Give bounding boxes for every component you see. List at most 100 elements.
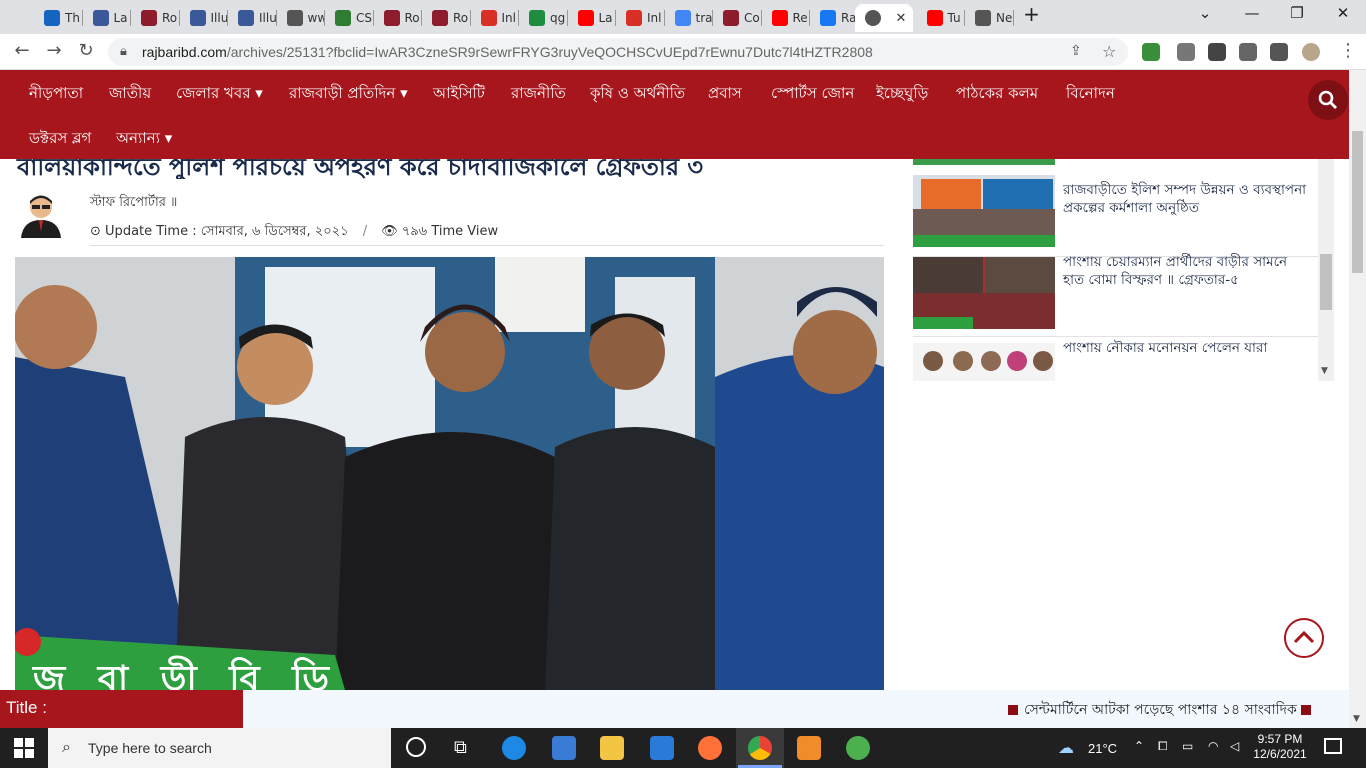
nav-item[interactable]: কৃষি ও অর্থনীতি: [590, 82, 685, 107]
tab-label: CS: [356, 11, 372, 25]
browser-tab[interactable]: La: [568, 4, 617, 32]
minimize-icon[interactable]: —: [1240, 4, 1264, 22]
nav-item[interactable]: জাতীয়: [109, 82, 151, 107]
nav-item[interactable]: পাঠকের কলম: [956, 82, 1038, 107]
xampp-icon[interactable]: [797, 736, 821, 760]
ticker-bullet-icon: [1008, 705, 1018, 715]
profile-avatar[interactable]: [1302, 43, 1320, 61]
new-tab-icon[interactable]: +: [1020, 2, 1044, 26]
news-title[interactable]: পাংশায় চেয়ারম্যান প্রার্থীদের বাড়ীর স…: [1063, 253, 1311, 289]
browser-tab[interactable]: Co: [713, 4, 762, 32]
scroll-to-top-button[interactable]: [1284, 618, 1324, 658]
nav-item[interactable]: নীড়পাতা: [29, 82, 83, 107]
browser-tab[interactable]: CS: [325, 4, 374, 32]
ticker-item[interactable]: সেন্টমার্টিনে আটকা পড়েছে পাংশার ১৪ সাংব…: [1008, 698, 1317, 722]
notifications-icon[interactable]: [1324, 738, 1342, 754]
news-thumbnail[interactable]: [913, 257, 1055, 329]
list-item[interactable]: পাংশায় নৌকার মনোনয়ন পেলেন যারা: [913, 339, 1318, 381]
nav-item[interactable]: আইসিটি: [433, 82, 485, 107]
news-thumbnail[interactable]: [913, 175, 1055, 247]
browser-toolbar: ← → ↻ 🔒︎ rajbaribd.com/archives/25131?fb…: [0, 34, 1366, 70]
news-thumbnail[interactable]: [913, 159, 1055, 165]
close-tab-icon[interactable]: ✕: [896, 11, 907, 26]
menu-kebab-icon[interactable]: ⋮: [1336, 40, 1360, 61]
browser-tab[interactable]: ww: [277, 4, 325, 32]
firefox-icon[interactable]: [698, 736, 722, 760]
page-scroll-down-icon[interactable]: ▼: [1353, 714, 1360, 724]
browser-tab[interactable]: qg: [519, 4, 568, 32]
browser-tab[interactable]: Illu: [180, 4, 228, 32]
bookmark-star-icon[interactable]: ☆: [1102, 42, 1116, 61]
ticker-text[interactable]: সেন্টমার্টিনে আটকা পড়েছে পাংশার ১৪ সাংব…: [1024, 702, 1297, 718]
browser-tab[interactable]: Th: [34, 4, 83, 32]
reload-icon[interactable]: ↻: [74, 40, 98, 61]
task-view-icon[interactable]: ⧉: [454, 737, 467, 758]
battery-icon[interactable]: ▭: [1182, 739, 1193, 753]
nav-item[interactable]: ডক্টরস ব্লগ: [29, 127, 91, 152]
photo-watermark: জ বা ড়ী বি ডি: [33, 659, 339, 690]
system-clock[interactable]: 9:57 PM 12/6/2021: [1248, 732, 1312, 762]
close-window-icon[interactable]: ✕: [1331, 4, 1355, 22]
browser-tab[interactable]: Inl: [471, 4, 520, 32]
extensions-puzzle-icon[interactable]: [1239, 43, 1257, 61]
nav-item[interactable]: প্রবাস: [708, 82, 742, 107]
nav-item[interactable]: রাজবাড়ী প্রতিদিন ▾: [289, 82, 408, 107]
site-search-icon[interactable]: [1308, 80, 1348, 120]
nav-item[interactable]: ইচ্ছেঘুড়ি: [876, 82, 928, 107]
sidebar-scroll-down-icon[interactable]: ▼: [1321, 366, 1328, 376]
media-control-icon[interactable]: [1270, 43, 1288, 61]
browser-tab[interactable]: Ne: [965, 4, 1014, 32]
list-item[interactable]: রাজবাড়ীতে ইলিশ সম্পদ উন্নয়ন ও ব্যবস্থা…: [913, 169, 1318, 257]
chrome-icon[interactable]: [748, 736, 772, 760]
edge-icon[interactable]: [502, 736, 526, 760]
forward-icon[interactable]: →: [42, 40, 66, 61]
windows-start-icon[interactable]: [14, 738, 34, 762]
browser-tab[interactable]: Ro: [131, 4, 180, 32]
wifi-icon[interactable]: ◠: [1208, 739, 1218, 753]
browser-tab[interactable]: Ro: [374, 4, 423, 32]
browser-tab[interactable]: Ro: [422, 4, 471, 32]
extension-pen-icon[interactable]: [1177, 43, 1195, 61]
cortana-icon[interactable]: [406, 737, 426, 757]
list-item[interactable]: পাংশায় চেয়ারম্যান প্রার্থীদের বাড়ীর স…: [913, 254, 1318, 337]
url-text[interactable]: rajbaribd.com/archives/25131?fbclid=IwAR…: [142, 44, 873, 60]
network-icon[interactable]: ⧠: [1158, 739, 1168, 754]
search-icon: ⌕: [62, 737, 71, 756]
author-name[interactable]: স্টাফ রিপোর্টার ॥: [90, 193, 177, 214]
maximize-icon[interactable]: ❐: [1285, 4, 1309, 22]
utorrent-icon[interactable]: [846, 736, 870, 760]
vscode-icon[interactable]: [650, 736, 674, 760]
file-explorer-icon[interactable]: [600, 736, 624, 760]
nav-item[interactable]: জেলার খবর ▾: [176, 82, 263, 107]
browser-tab[interactable]: Illu: [228, 4, 277, 32]
sidebar-scroll-thumb[interactable]: [1320, 254, 1332, 310]
extension-icon[interactable]: [1142, 43, 1160, 61]
reading-list-icon[interactable]: [1208, 43, 1226, 61]
volume-icon[interactable]: ◁: [1230, 739, 1239, 753]
browser-tab[interactable]: Inl: [616, 4, 665, 32]
browser-tab[interactable]: Ra: [810, 4, 859, 32]
back-icon[interactable]: ←: [10, 40, 34, 61]
taskbar-search[interactable]: ⌕ Type here to search: [48, 728, 391, 768]
weather-icon[interactable]: ☁︎: [1058, 738, 1074, 757]
browser-tab[interactable]: tra: [665, 4, 714, 32]
browser-tab[interactable]: La: [83, 4, 132, 32]
page-scroll-thumb[interactable]: [1352, 131, 1363, 273]
nav-item[interactable]: অন্যান্য ▾: [116, 127, 172, 152]
lock-icon[interactable]: 🔒︎: [120, 44, 127, 59]
weather-temperature[interactable]: 21°C: [1088, 741, 1117, 756]
news-title[interactable]: রাজবাড়ীতে ইলিশ সম্পদ উন্নয়ন ও ব্যবস্থা…: [1063, 181, 1311, 217]
browser-tab-active[interactable]: ✕: [854, 4, 913, 32]
share-icon[interactable]: ⇪: [1070, 43, 1082, 59]
browser-tab[interactable]: Re: [762, 4, 811, 32]
browser-tab[interactable]: Tu: [917, 4, 966, 32]
show-hidden-icons-icon[interactable]: ⌃: [1134, 739, 1144, 753]
nav-item[interactable]: বিনোদন: [1066, 82, 1115, 107]
address-bar[interactable]: 🔒︎ rajbaribd.com/archives/25131?fbclid=I…: [108, 38, 1128, 66]
tab-search-icon[interactable]: ⌄: [1193, 4, 1217, 22]
nav-item[interactable]: রাজনীতি: [511, 82, 566, 107]
store-icon[interactable]: [552, 736, 576, 760]
news-title[interactable]: পাংশায় নৌকার মনোনয়ন পেলেন যারা: [1063, 339, 1311, 357]
nav-item[interactable]: স্পোর্টস জোন: [771, 82, 854, 107]
news-thumbnail[interactable]: [913, 343, 1055, 381]
